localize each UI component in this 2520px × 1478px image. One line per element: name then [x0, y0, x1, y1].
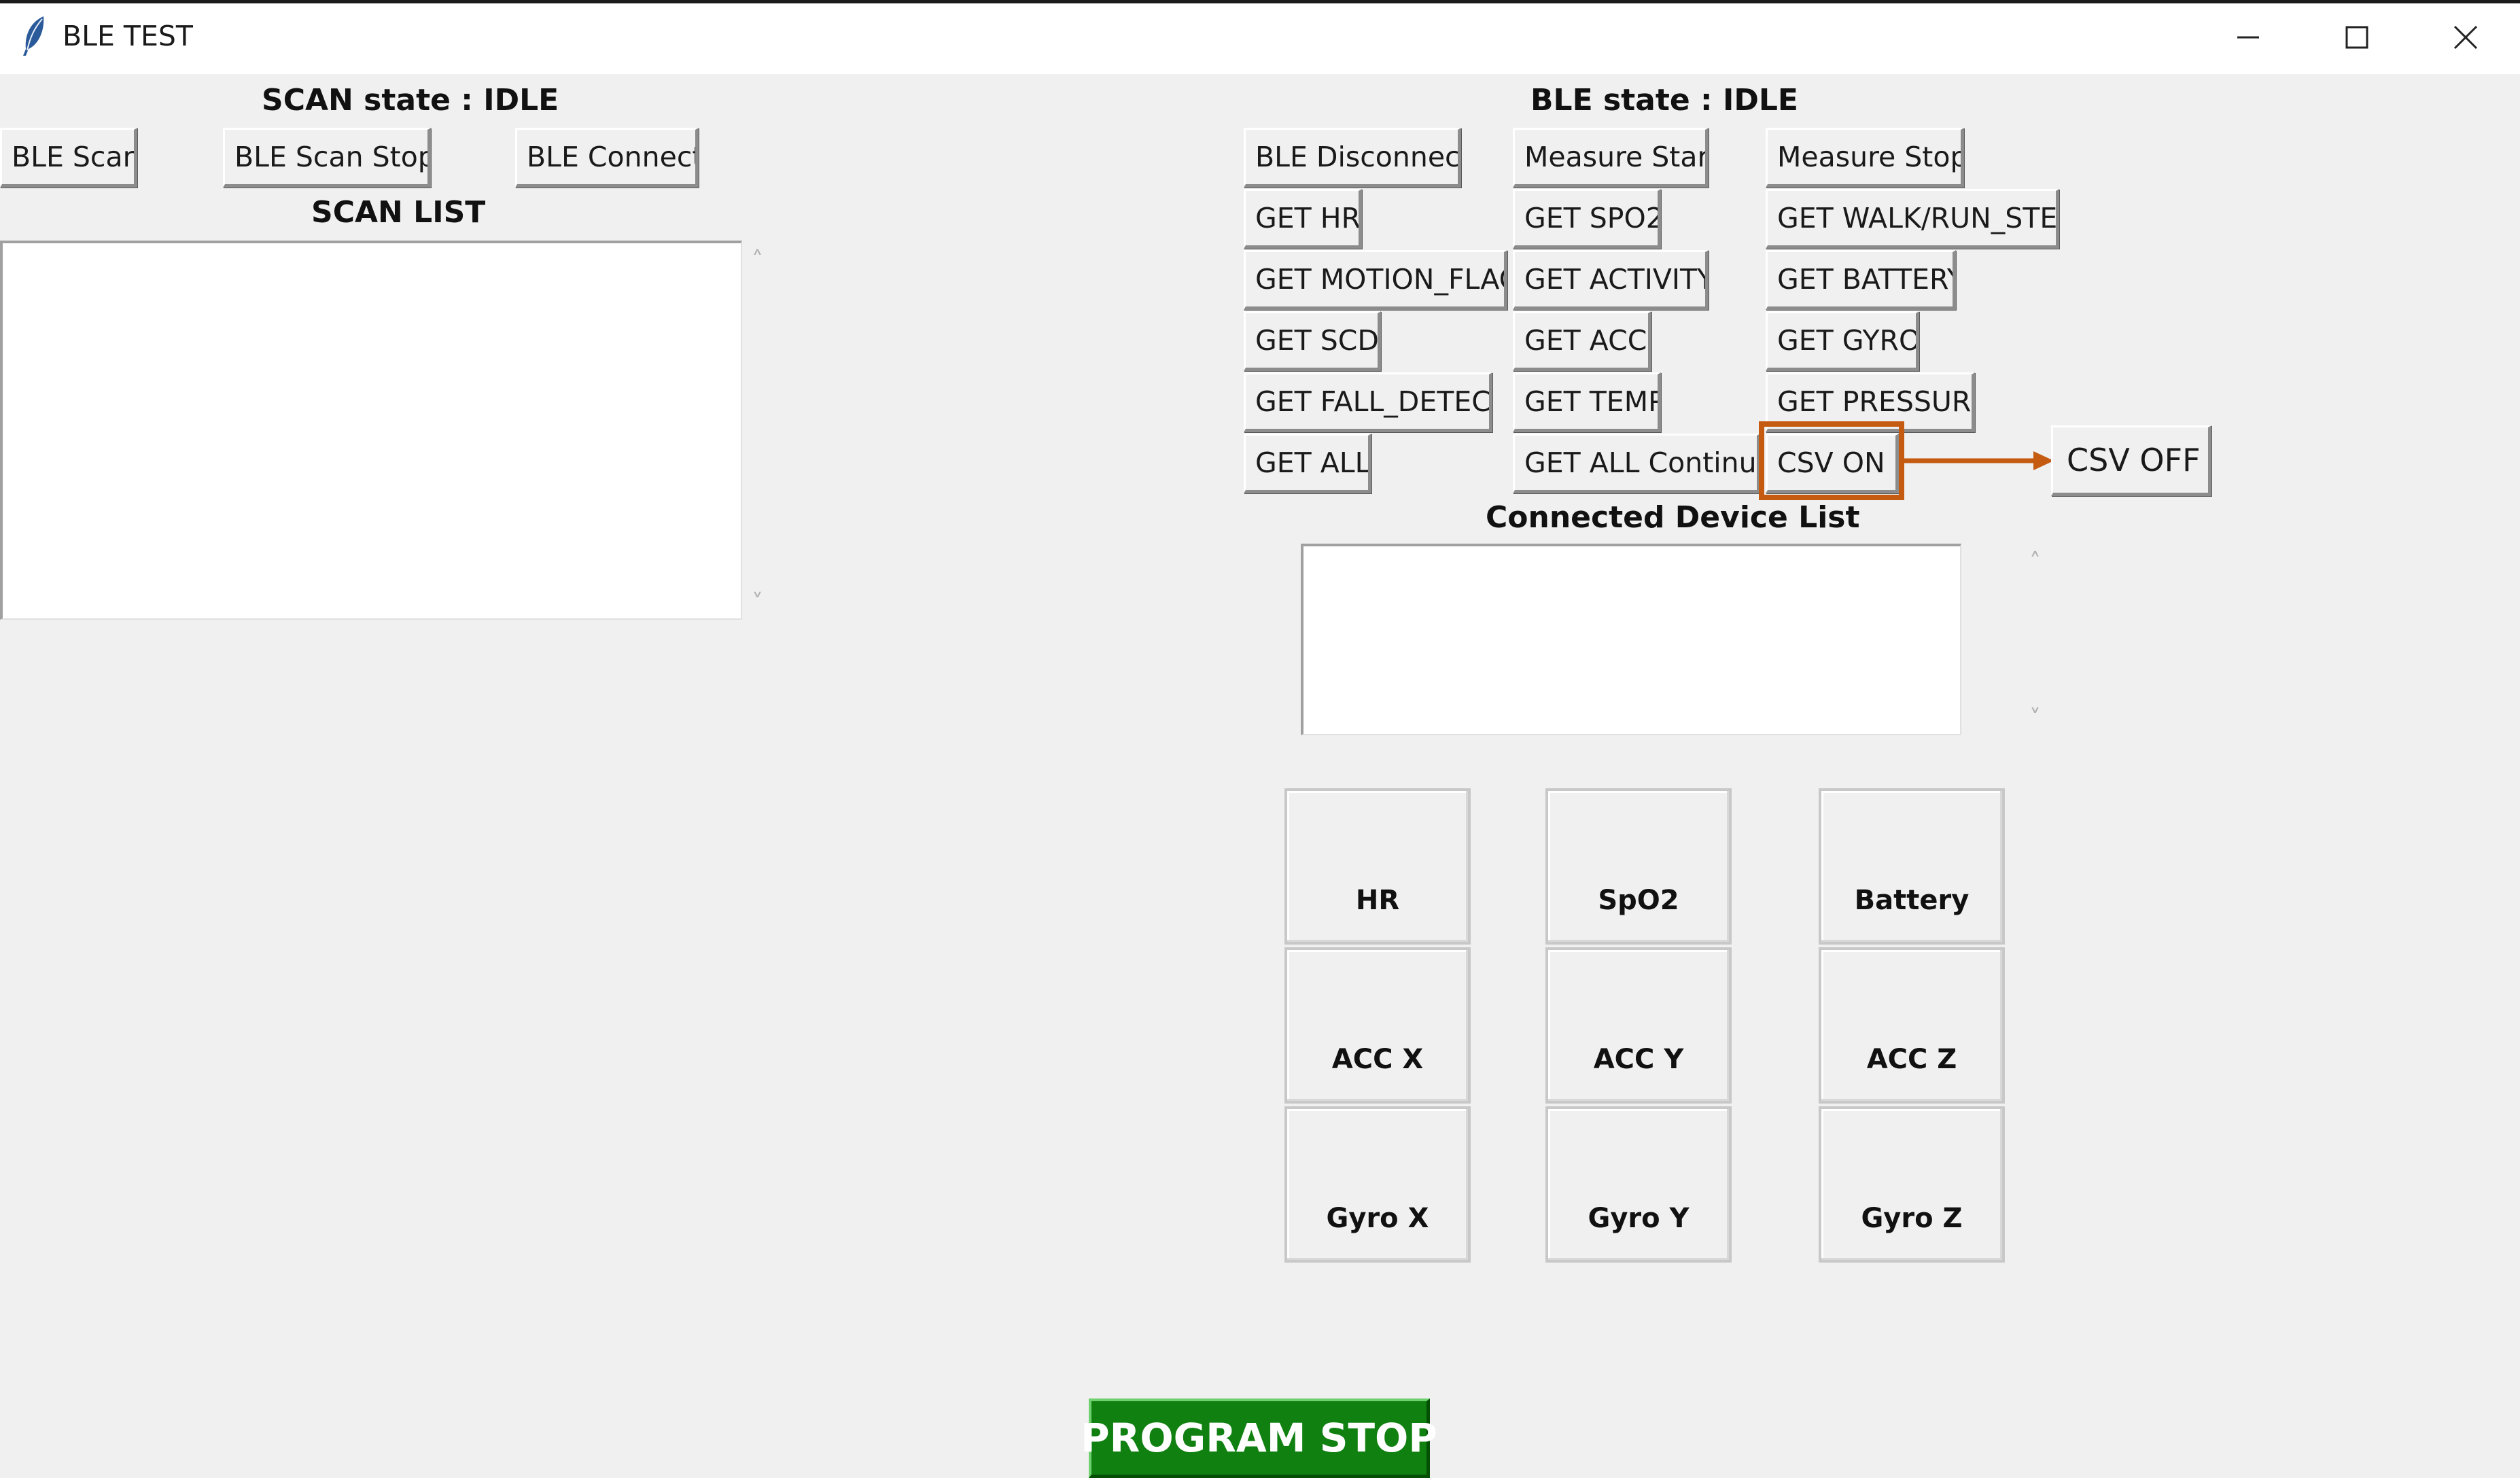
get-fall-detect-button[interactable]: GET FALL_DETECT [1244, 372, 1492, 432]
scroll-down-icon[interactable]: ˅ [2029, 707, 2041, 730]
scroll-down-icon[interactable]: ˅ [752, 591, 763, 614]
csv-on-highlight [1759, 421, 1904, 500]
get-walk-run-step-button[interactable]: GET WALK/RUN_STEP [1766, 189, 2059, 249]
tile-gyro-x[interactable]: Gyro X [1284, 1106, 1471, 1263]
tile-acc-y[interactable]: ACC Y [1545, 947, 1732, 1104]
arrow-right-icon [1903, 448, 2054, 473]
measure-stop-button[interactable]: Measure Stop [1766, 128, 1964, 188]
tile-label: ACC Z [1866, 1044, 1957, 1075]
get-all-continue-button[interactable]: GET ALL Continue [1513, 434, 1760, 493]
minimize-button[interactable] [2195, 3, 2301, 74]
maximize-icon [2343, 24, 2370, 54]
ble-disconnect-button[interactable]: BLE Disconnect [1244, 128, 1461, 188]
scan-list-title: SCAN LIST [311, 195, 486, 230]
tile-gyro-y[interactable]: Gyro Y [1545, 1106, 1732, 1263]
minimize-icon [2235, 24, 2262, 54]
tile-label: HR [1355, 885, 1400, 916]
program-stop-button[interactable]: PROGRAM STOP [1081, 1398, 1437, 1478]
tile-label: ACC X [1331, 1044, 1424, 1075]
measure-start-button[interactable]: Measure Start [1513, 128, 1709, 188]
get-motion-flag-button[interactable]: GET MOTION_FLAG [1244, 250, 1507, 310]
scroll-up-icon[interactable]: ˄ [2029, 550, 2041, 574]
get-battery-button[interactable]: GET BATTERY [1766, 250, 1956, 310]
feather-icon [18, 15, 52, 57]
tile-gyro-z[interactable]: Gyro Z [1819, 1106, 2005, 1263]
get-scd-button[interactable]: GET SCD [1244, 311, 1381, 371]
maximize-button[interactable] [2304, 3, 2410, 74]
csv-off-button[interactable]: CSV OFF [2051, 425, 2211, 496]
get-hr-button[interactable]: GET HR [1244, 189, 1362, 249]
title-bar [0, 0, 2520, 74]
ble-scan-button[interactable]: BLE Scan [0, 128, 137, 188]
tile-label: SpO2 [1598, 885, 1679, 916]
tile-label: Battery [1854, 885, 1970, 916]
ble-scan-stop-button[interactable]: BLE Scan Stop [223, 128, 431, 188]
connected-device-list-title: Connected Device List [1486, 500, 1860, 535]
get-gyro-button[interactable]: GET GYRO [1766, 311, 1919, 371]
tile-label: ACC Y [1593, 1044, 1684, 1075]
tile-hr[interactable]: HR [1284, 788, 1471, 945]
window-title: BLE TEST [63, 20, 193, 52]
tile-acc-x[interactable]: ACC X [1284, 947, 1471, 1104]
get-temp-button[interactable]: GET TEMP [1513, 372, 1661, 432]
tile-label: Gyro X [1326, 1203, 1429, 1234]
close-icon [2452, 24, 2479, 54]
tile-acc-z[interactable]: ACC Z [1819, 947, 2005, 1104]
scan-state-label: SCAN state : IDLE [262, 83, 559, 118]
get-spo2-button[interactable]: GET SPO2 [1513, 189, 1661, 249]
scroll-up-icon[interactable]: ˄ [752, 249, 763, 272]
get-activity-button[interactable]: GET ACTIVITY [1513, 250, 1709, 310]
get-all-button[interactable]: GET ALL [1244, 434, 1371, 493]
tile-label: Gyro Y [1588, 1203, 1690, 1234]
close-button[interactable] [2413, 3, 2519, 74]
connected-device-list[interactable] [1301, 544, 1961, 735]
get-acc-button[interactable]: GET ACC [1513, 311, 1651, 371]
tile-spo2[interactable]: SpO2 [1545, 788, 1732, 945]
tile-battery[interactable]: Battery [1819, 788, 2005, 945]
ble-state-label: BLE state : IDLE [1530, 83, 1798, 118]
ble-connect-button[interactable]: BLE Connect [515, 128, 699, 188]
tile-label: Gyro Z [1861, 1203, 1963, 1234]
scan-list[interactable] [0, 241, 742, 620]
